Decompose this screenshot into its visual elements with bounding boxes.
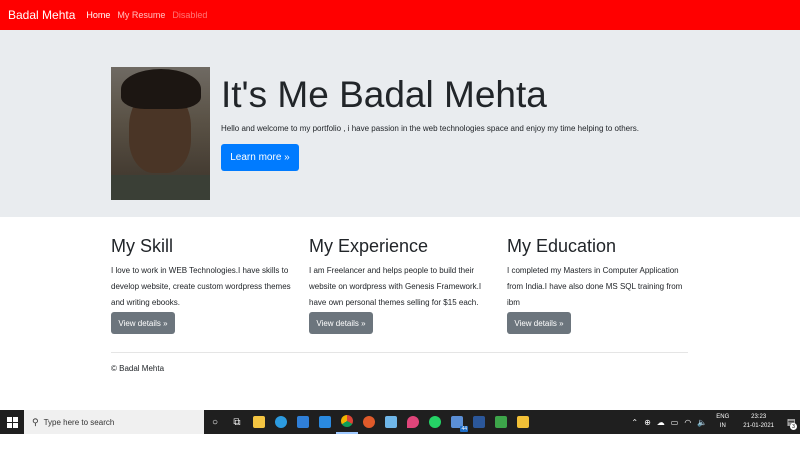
files-app-icon[interactable]: 44 xyxy=(446,410,468,434)
region-code: IN xyxy=(719,423,726,429)
education-section: My Education I completed my Masters in C… xyxy=(507,236,692,334)
hero-title: It's Me Badal Mehta xyxy=(221,74,547,115)
hero-text: Hello and welcome to my portfolio , i ha… xyxy=(221,124,640,133)
mail-icon[interactable] xyxy=(292,410,314,434)
spreadsheet-icon[interactable] xyxy=(490,410,512,434)
search-icon: ⚲ xyxy=(32,416,39,427)
app-icon[interactable] xyxy=(358,410,380,434)
language-code: ENG xyxy=(716,414,730,420)
search-placeholder: Type here to search xyxy=(43,417,115,427)
editor-icon[interactable] xyxy=(512,410,534,434)
nav-disabled-link: Disabled xyxy=(172,10,208,20)
notification-count: 3 xyxy=(790,423,797,430)
section-text: I am Freelancer and helps people to buil… xyxy=(309,266,482,307)
section-text: I love to work in WEB Technologies.I hav… xyxy=(111,266,291,307)
system-tray: ⌃ ⊕ ☁ ▭ ◠ 🔈 ENG IN 23:23 21-01-2021 ▤ 3 xyxy=(628,410,800,434)
notepad-icon[interactable] xyxy=(380,410,402,434)
bottom-margin xyxy=(0,434,800,450)
hero-jumbotron: It's Me Badal Mehta Hello and welcome to… xyxy=(0,30,800,217)
photo-hair xyxy=(121,69,201,109)
word-icon[interactable] xyxy=(468,410,490,434)
clock-date: 21-01-2021 xyxy=(743,423,774,429)
top-navbar: Badal Mehta Home My Resume Disabled xyxy=(0,0,800,30)
volume-icon[interactable]: 🔈 xyxy=(697,418,707,427)
network-icon[interactable]: ⊕ xyxy=(644,418,651,427)
taskbar-search-box[interactable]: ⚲ Type here to search xyxy=(24,410,204,434)
drop-app-icon[interactable] xyxy=(402,410,424,434)
skill-section: My Skill I love to work in WEB Technolog… xyxy=(111,236,296,334)
view-details-button[interactable]: View details » xyxy=(309,312,373,334)
view-details-button[interactable]: View details » xyxy=(507,312,571,334)
view-details-button[interactable]: View details » xyxy=(111,312,175,334)
vscode-icon[interactable] xyxy=(314,410,336,434)
clock-time: 23:23 xyxy=(751,414,767,420)
section-title: My Education xyxy=(507,236,617,256)
footer-copyright: © Badal Mehta xyxy=(111,364,165,373)
nav-home-link[interactable]: Home xyxy=(86,10,110,20)
section-title: My Skill xyxy=(111,236,173,256)
navbar-brand[interactable]: Badal Mehta xyxy=(8,8,75,22)
section-text: I completed my Masters in Computer Appli… xyxy=(507,266,683,307)
profile-photo xyxy=(111,67,210,200)
taskbar-clock[interactable]: 23:23 21-01-2021 xyxy=(743,413,774,431)
windows-taskbar: ⚲ Type here to search ○ ⧉ 44 ⌃ ⊕ ☁ ▭ ◠ 🔈… xyxy=(0,410,800,434)
learn-more-button[interactable]: Learn more » xyxy=(221,144,299,171)
chrome-icon[interactable] xyxy=(336,410,358,434)
battery-icon[interactable]: ▭ xyxy=(671,418,679,427)
chevron-up-icon[interactable]: ⌃ xyxy=(631,418,638,427)
whatsapp-icon[interactable] xyxy=(424,410,446,434)
section-title: My Experience xyxy=(309,236,429,256)
windows-start-button[interactable] xyxy=(0,410,24,434)
wifi-icon[interactable]: ◠ xyxy=(684,418,691,427)
footer-divider xyxy=(111,352,688,353)
notification-center-icon[interactable]: ▤ 3 xyxy=(782,410,800,434)
task-view-icon[interactable]: ⧉ xyxy=(226,410,248,434)
file-explorer-icon[interactable] xyxy=(248,410,270,434)
nav-resume-link[interactable]: My Resume xyxy=(117,10,165,20)
app-badge: 44 xyxy=(460,426,468,432)
photo-shirt xyxy=(111,175,210,200)
experience-section: My Experience I am Freelancer and helps … xyxy=(309,236,494,334)
language-indicator[interactable]: ENG IN xyxy=(716,413,729,431)
windows-logo-icon xyxy=(6,416,18,428)
cortana-icon[interactable]: ○ xyxy=(204,410,226,434)
cloud-icon[interactable]: ☁ xyxy=(657,418,665,427)
edge-browser-icon[interactable] xyxy=(270,410,292,434)
